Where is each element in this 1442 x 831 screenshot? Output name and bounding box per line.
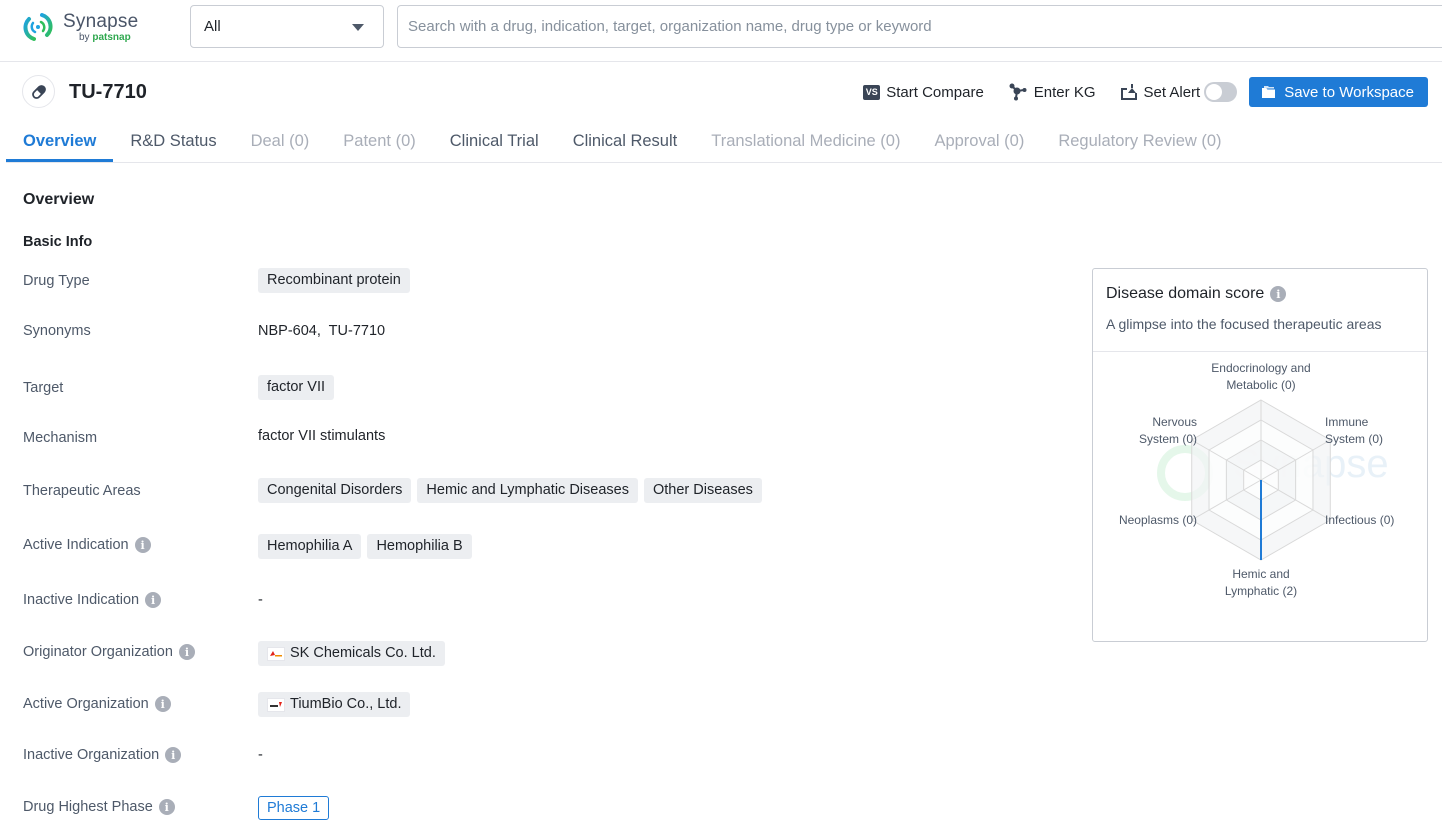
radar-axis-label: Endocrinology and Metabolic (0) — [1211, 361, 1310, 392]
alert-icon — [1120, 84, 1138, 100]
tab-translational-medicine[interactable]: Translational Medicine (0) — [694, 122, 917, 162]
tab-rd-status[interactable]: R&D Status — [113, 122, 233, 162]
disease-domain-card: Disease domain score i A glimpse into th… — [1092, 268, 1428, 642]
header-actions: VS Start Compare Enter KG Set Alert Save… — [863, 77, 1428, 107]
info-icon[interactable]: i — [178, 644, 195, 660]
radar-axis-label: Immune System (0) — [1325, 415, 1383, 446]
radar-axis-label: Hemic and Lymphatic (2) — [1225, 567, 1297, 598]
disease-domain-subtitle: A glimpse into the focused therapeutic a… — [1106, 316, 1382, 332]
field-label: Active Indication i — [23, 537, 151, 553]
info-icon[interactable]: i — [165, 747, 182, 763]
field-label: Drug Highest Phase i — [23, 799, 175, 815]
set-alert-control[interactable]: Set Alert — [1120, 82, 1238, 102]
search-scope-value: All — [204, 18, 221, 35]
field-label: Originator Organization i — [23, 644, 195, 660]
field-value: SK Chemicals Co. Ltd. — [258, 641, 451, 666]
field-value: Phase 1 — [258, 796, 330, 820]
inactive-indication-value: - — [258, 592, 263, 608]
disease-domain-title: Disease domain score i — [1106, 285, 1414, 303]
caret-down-icon — [352, 24, 364, 31]
field-label: Drug Type — [23, 273, 90, 289]
field-value: Recombinant protein — [258, 268, 416, 293]
field-label: Active Organization i — [23, 696, 171, 712]
info-icon[interactable]: i — [134, 537, 151, 553]
field-label: Therapeutic Areas — [23, 483, 141, 499]
tab-clinical-trial[interactable]: Clinical Trial — [433, 122, 556, 162]
overview-heading: Overview — [23, 191, 95, 208]
tab-deal[interactable]: Deal (0) — [234, 122, 327, 162]
brand-name: Synapse — [63, 10, 139, 32]
top-bar: Synapse by patsnap All — [0, 0, 1442, 62]
indication-tag[interactable]: Hemophilia A — [258, 534, 362, 559]
field-value: Hemophilia A Hemophilia B — [258, 534, 478, 559]
mechanism-value: factor VII stimulants — [258, 428, 386, 444]
therapeutic-area-tag[interactable]: Congenital Disorders — [258, 478, 412, 503]
search-scope-select[interactable]: All — [190, 5, 384, 48]
field-label: Inactive Indication i — [23, 592, 162, 608]
synapse-logo-icon — [23, 13, 53, 41]
enter-kg-button[interactable]: Enter KG — [1008, 83, 1096, 101]
field-value: factor VII — [258, 375, 340, 400]
drug-title: TU-7710 — [69, 81, 147, 103]
basic-info-heading: Basic Info — [23, 234, 93, 250]
save-to-workspace-button[interactable]: Save to Workspace — [1249, 77, 1428, 107]
alert-toggle[interactable] — [1204, 82, 1238, 102]
tab-approval[interactable]: Approval (0) — [917, 122, 1041, 162]
field-label: Target — [23, 380, 64, 396]
synonyms-value: NBP-604, TU-7710 — [258, 323, 386, 339]
radar-axis-label: Neoplasms (0) — [1119, 513, 1197, 527]
info-icon[interactable]: i — [1270, 286, 1287, 302]
target-tag[interactable]: factor VII — [258, 375, 335, 400]
indication-tag[interactable]: Hemophilia B — [367, 534, 472, 559]
phase-badge[interactable]: Phase 1 — [258, 796, 330, 820]
synapse-logo[interactable]: Synapse by patsnap — [21, 10, 138, 44]
tab-patent[interactable]: Patent (0) — [326, 122, 432, 162]
info-icon[interactable]: i — [154, 696, 171, 712]
tab-bar: Overview R&D Status Deal (0) Patent (0) … — [6, 122, 1442, 163]
tab-regulatory-review[interactable]: Regulatory Review (0) — [1041, 122, 1238, 162]
knowledge-graph-icon — [1008, 83, 1028, 101]
drug-header: TU-7710 VS Start Compare Enter KG Set Al… — [0, 72, 1442, 112]
sk-chemicals-logo-icon — [267, 646, 285, 661]
radar-axis-label: Nervous System (0) — [1139, 415, 1197, 446]
field-label: Inactive Organization i — [23, 747, 182, 763]
tiumbio-logo-icon — [267, 697, 285, 712]
therapeutic-area-tag[interactable]: Hemic and Lymphatic Diseases — [417, 478, 638, 503]
radar-axis-label: Infectious (0) — [1325, 513, 1394, 527]
search-input[interactable] — [397, 5, 1442, 48]
start-compare-button[interactable]: VS Start Compare — [863, 84, 984, 101]
info-icon[interactable]: i — [145, 592, 162, 608]
tab-overview[interactable]: Overview — [6, 122, 114, 162]
pill-icon — [22, 75, 55, 108]
field-label: Synonyms — [23, 323, 91, 339]
drug-type-tag[interactable]: Recombinant protein — [258, 268, 410, 293]
field-value: Congenital Disorders Hemic and Lymphatic… — [258, 478, 768, 503]
therapeutic-area-tag[interactable]: Other Diseases — [643, 478, 762, 503]
field-label: Mechanism — [23, 430, 98, 446]
organization-tag[interactable]: SK Chemicals Co. Ltd. — [258, 641, 445, 666]
organization-tag[interactable]: TiumBio Co., Ltd. — [258, 692, 411, 717]
info-icon[interactable]: i — [158, 799, 175, 815]
inactive-organization-value: - — [258, 747, 263, 763]
brand-sub: by patsnap — [79, 31, 131, 43]
disease-domain-radar-chart: SynapseEndocrinology andMetabolic (0)Imm… — [1119, 361, 1394, 598]
compare-icon: VS — [863, 84, 881, 100]
folder-icon — [1261, 85, 1276, 99]
tab-clinical-result[interactable]: Clinical Result — [556, 122, 695, 162]
field-value: TiumBio Co., Ltd. — [258, 692, 416, 717]
